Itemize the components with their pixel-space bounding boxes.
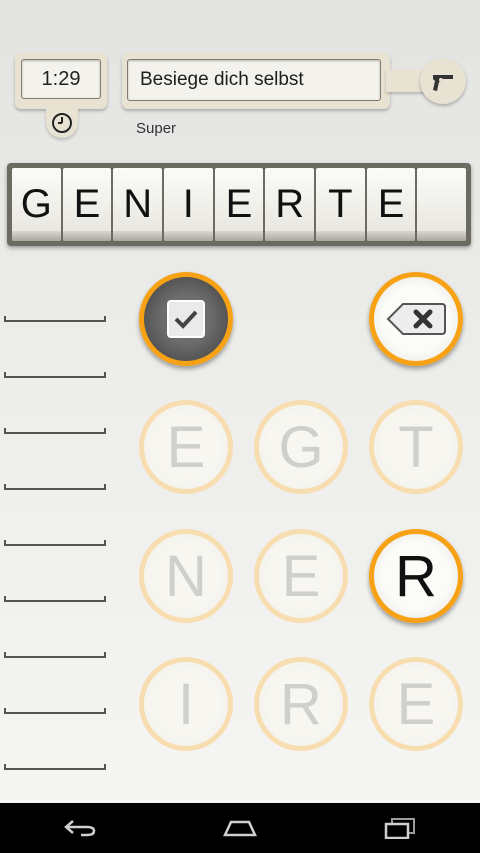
word-tile: E (62, 168, 112, 241)
home-icon[interactable] (210, 808, 270, 848)
letter-button[interactable]: G (254, 400, 348, 494)
found-word-slot (4, 316, 106, 322)
letter-button-active[interactable]: R (369, 529, 463, 623)
word-display: G E N I E R T E (7, 163, 471, 246)
word-tile (417, 168, 467, 241)
word-tile: I (164, 168, 213, 241)
found-word-slot (4, 540, 106, 546)
letter-button[interactable]: E (254, 529, 348, 623)
letter-button[interactable]: T (369, 400, 463, 494)
word-tile: N (113, 168, 163, 241)
timer-panel: 1:29 (15, 53, 107, 109)
letter-button[interactable]: I (139, 657, 233, 751)
found-word-slot (4, 428, 106, 434)
mode-title: Besiege dich selbst (127, 59, 381, 101)
revolver-icon[interactable] (420, 58, 466, 104)
back-icon[interactable] (50, 808, 110, 848)
rating-text: Super (136, 120, 177, 137)
letter-button[interactable]: E (369, 657, 463, 751)
letter-button[interactable]: N (139, 529, 233, 623)
word-tile: R (265, 168, 315, 241)
found-word-slot (4, 372, 106, 378)
letter-button[interactable]: R (254, 657, 348, 751)
found-word-slot (4, 708, 106, 714)
letter-button[interactable]: E (139, 400, 233, 494)
word-tile: T (316, 168, 365, 241)
timer-display: 1:29 (21, 59, 101, 99)
title-panel: Besiege dich selbst (122, 53, 390, 109)
system-nav-bar (0, 803, 480, 853)
delete-button[interactable] (369, 272, 463, 366)
recent-apps-icon[interactable] (370, 808, 430, 848)
word-tile: E (214, 168, 264, 241)
found-word-slot (4, 764, 106, 770)
check-icon (167, 300, 205, 338)
submit-button[interactable] (139, 272, 233, 366)
word-tile: G (12, 168, 61, 241)
found-word-slot (4, 484, 106, 490)
found-word-slot (4, 596, 106, 602)
found-word-slot (4, 652, 106, 658)
word-tile: E (366, 168, 416, 241)
backspace-icon (386, 303, 446, 335)
clock-icon (46, 108, 78, 138)
